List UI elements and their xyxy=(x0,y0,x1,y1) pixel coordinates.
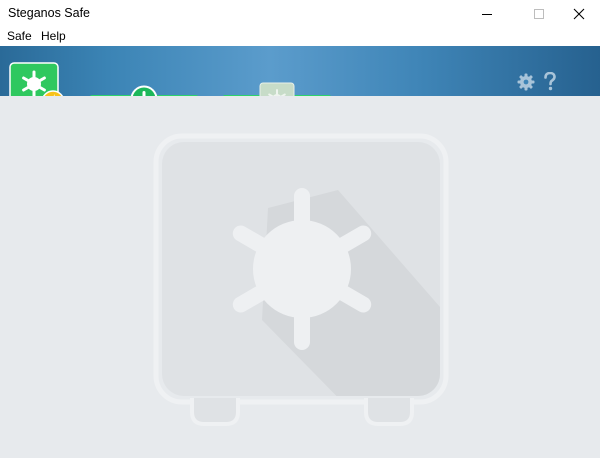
menu-help[interactable]: Help xyxy=(41,29,66,43)
window-title: Steganos Safe xyxy=(8,6,91,20)
toolbar-banner xyxy=(0,46,600,96)
safe-illustration-icon xyxy=(153,133,449,426)
menu-safe[interactable]: Safe xyxy=(7,29,32,43)
close-icon xyxy=(573,8,585,20)
minimize-button[interactable] xyxy=(464,0,510,28)
maximize-icon xyxy=(534,9,544,19)
minimize-icon xyxy=(482,14,492,15)
help-icon xyxy=(544,71,556,91)
settings-button[interactable] xyxy=(517,73,535,91)
close-button[interactable] xyxy=(556,0,600,28)
gear-icon xyxy=(517,73,535,91)
title-bar: Steganos Safe xyxy=(0,0,600,28)
menu-bar: Safe Help xyxy=(0,28,600,46)
main-area xyxy=(0,96,600,453)
help-button[interactable] xyxy=(543,71,557,92)
